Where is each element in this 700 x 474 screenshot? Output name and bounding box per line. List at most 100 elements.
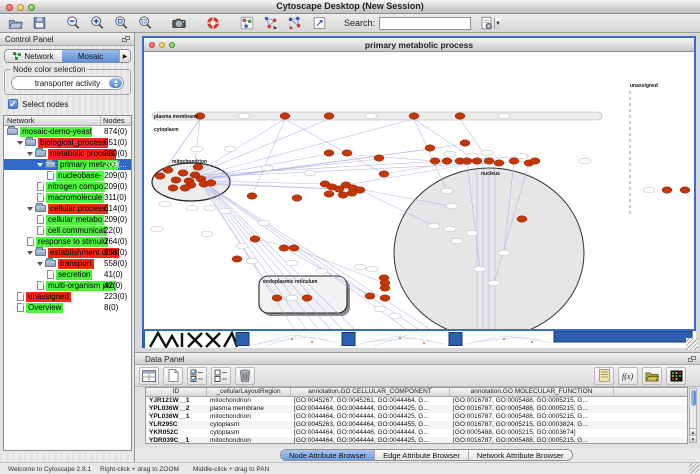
search-settings-icon[interactable] bbox=[477, 15, 495, 32]
network-node[interactable] bbox=[178, 170, 188, 176]
table-row[interactable]: YPL036W__1mitochondrion[GO:0044464, GO:0… bbox=[146, 413, 687, 421]
select-nodes-checkbox[interactable]: ✓ bbox=[8, 99, 18, 109]
tree-row[interactable]: cell communicat22(0) bbox=[4, 225, 131, 236]
tree-row[interactable]: multi-organism pro42(0) bbox=[4, 280, 131, 291]
attribute-table[interactable]: ID _cellularLayoutRegion annotation.GO C… bbox=[145, 387, 688, 444]
background-window-titlebar[interactable] bbox=[449, 333, 462, 346]
network-node-label[interactable] bbox=[579, 158, 591, 164]
zoom-selected-region-icon[interactable] bbox=[112, 15, 130, 32]
network-node-label[interactable] bbox=[365, 113, 377, 119]
network-node-label[interactable] bbox=[389, 313, 401, 319]
tree-row[interactable]: mosaic-demo-yeast874(0) bbox=[4, 126, 131, 137]
network-node[interactable] bbox=[302, 295, 312, 301]
expand-triangle-icon[interactable] bbox=[27, 152, 33, 156]
vizmapper-icon[interactable] bbox=[238, 15, 256, 32]
network-node-label[interactable] bbox=[204, 205, 216, 211]
network-node-label[interactable] bbox=[481, 150, 493, 156]
table-row[interactable]: YKR052Ccytoplasm[GO:0044464, GO:0044446,… bbox=[146, 429, 687, 437]
network-node-label[interactable] bbox=[643, 187, 655, 193]
network-node[interactable] bbox=[374, 155, 384, 161]
network-node-label[interactable] bbox=[451, 238, 463, 244]
tab-edge-attribute-browser[interactable]: Edge Attribute Browser bbox=[375, 450, 469, 460]
node-color-dropdown[interactable]: transporter activity bbox=[11, 76, 124, 90]
network-edge[interactable] bbox=[204, 159, 379, 178]
network-node-label[interactable] bbox=[258, 220, 270, 226]
desktop-resize-grip[interactable] bbox=[686, 338, 698, 350]
search-combo[interactable]: ▼ bbox=[379, 17, 471, 30]
network-node[interactable] bbox=[462, 158, 472, 164]
network-node[interactable] bbox=[680, 187, 690, 193]
table-scrollbar[interactable]: ▲ ▼ bbox=[689, 388, 697, 443]
network-node[interactable] bbox=[206, 180, 216, 186]
network-node-label[interactable] bbox=[474, 266, 486, 272]
dropdown-stepper-icon[interactable] bbox=[109, 78, 122, 88]
background-window-edge[interactable] bbox=[554, 331, 692, 342]
table-row[interactable]: YJR121W__1mitochondrion[GO:0045267, GO:0… bbox=[146, 397, 687, 405]
column-cellular-layout-region[interactable]: _cellularLayoutRegion bbox=[207, 388, 291, 396]
select-attributes-icon[interactable] bbox=[187, 367, 207, 385]
tab-mosaic[interactable]: Mosaic bbox=[62, 50, 119, 62]
zoom-fit-icon[interactable] bbox=[136, 15, 154, 32]
network-node-label[interactable] bbox=[316, 268, 328, 274]
network-node[interactable] bbox=[442, 158, 452, 164]
network-node[interactable] bbox=[484, 158, 494, 164]
network-node[interactable] bbox=[509, 158, 519, 164]
scroll-down-icon[interactable]: ▼ bbox=[690, 435, 696, 442]
background-window-titlebar[interactable] bbox=[342, 333, 355, 346]
tree-row[interactable]: establishment of lo558(0) bbox=[4, 247, 131, 258]
annotation-icon[interactable] bbox=[310, 15, 328, 32]
tree-row[interactable]: response to stimulu264(0) bbox=[4, 236, 131, 247]
network-node[interactable] bbox=[380, 285, 390, 291]
network-node[interactable] bbox=[324, 113, 334, 119]
zoom-in-icon[interactable] bbox=[88, 15, 106, 32]
network-node[interactable] bbox=[455, 113, 465, 119]
snapshot-camera-icon[interactable] bbox=[170, 15, 188, 32]
network-node[interactable] bbox=[472, 158, 482, 164]
open-file-icon[interactable] bbox=[6, 15, 24, 32]
network-node-label[interactable] bbox=[444, 226, 456, 232]
network-node-label[interactable] bbox=[246, 258, 258, 264]
tree-row[interactable]: unassigned223(0) bbox=[4, 291, 131, 302]
network-node[interactable] bbox=[168, 185, 178, 191]
unselect-attributes-icon[interactable] bbox=[211, 367, 231, 385]
network-node-label[interactable] bbox=[441, 188, 453, 194]
tab-network-attribute-browser[interactable]: Network Attribute Browser bbox=[469, 450, 572, 460]
network-node-label[interactable] bbox=[236, 243, 248, 249]
network-node-label[interactable] bbox=[286, 260, 298, 266]
tree-column-nodes[interactable]: Nodes bbox=[101, 116, 131, 125]
expand-triangle-icon[interactable] bbox=[27, 207, 33, 211]
save-session-icon[interactable] bbox=[30, 15, 48, 32]
search-dropdown-arrow-icon[interactable]: ▼ bbox=[494, 18, 501, 29]
tree-row[interactable]: primary metabo209(... bbox=[4, 159, 131, 170]
network-node-label[interactable] bbox=[304, 170, 316, 176]
tree-row[interactable]: nitrogen compo209(0) bbox=[4, 181, 131, 192]
table-scrollbar-thumb[interactable] bbox=[691, 390, 696, 406]
network-node[interactable] bbox=[517, 216, 527, 222]
network-view-titlebar[interactable]: primary metabolic process bbox=[144, 38, 694, 52]
network-node[interactable] bbox=[338, 192, 348, 198]
tab-overflow-arrow[interactable]: ▶ bbox=[119, 50, 130, 62]
zoom-out-icon[interactable] bbox=[64, 15, 82, 32]
network-node[interactable] bbox=[247, 193, 257, 199]
network-node[interactable] bbox=[425, 145, 435, 151]
network-node-label[interactable] bbox=[191, 146, 203, 152]
help-lifering-icon[interactable] bbox=[204, 15, 222, 32]
column-go-cellular-component[interactable]: annotation.GO CELLULAR_COMPONENT bbox=[291, 388, 450, 396]
network-node[interactable] bbox=[180, 185, 190, 191]
network-node[interactable] bbox=[365, 293, 375, 299]
column-id[interactable]: ID bbox=[146, 388, 207, 396]
network-node-label[interactable] bbox=[238, 113, 250, 119]
table-row[interactable]: YLR295Ccytoplasm[GO:0045263, GO:0044464,… bbox=[146, 421, 687, 429]
network-node[interactable] bbox=[662, 187, 672, 193]
scroll-up-icon[interactable]: ▲ bbox=[690, 428, 696, 435]
tree-row[interactable]: macromolecule311(0) bbox=[4, 192, 131, 203]
tree-row[interactable]: cellular process614(0) bbox=[4, 203, 131, 214]
network-node-label[interactable] bbox=[466, 230, 478, 236]
tree-row[interactable]: secretion41(0) bbox=[4, 269, 131, 280]
table-row[interactable]: YDR039C__1mitochondrion[GO:0044464, GO:0… bbox=[146, 437, 687, 444]
network-node[interactable] bbox=[324, 191, 334, 197]
network-node[interactable] bbox=[460, 140, 470, 146]
network-edge[interactable] bbox=[204, 186, 294, 329]
network-edge[interactable] bbox=[285, 119, 384, 174]
network-canvas-wrap[interactable]: plasma membranecytoplasmmitochondrionnuc… bbox=[144, 53, 694, 329]
